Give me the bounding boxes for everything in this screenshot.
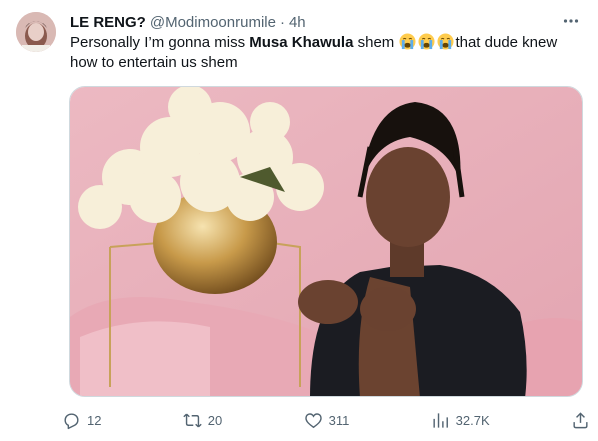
- views-button[interactable]: 32.7K: [431, 411, 490, 430]
- tweet-header: LE RENG? @Modimoonrumile · 4h: [70, 12, 582, 32]
- more-icon: [563, 19, 579, 23]
- avatar-image: [16, 12, 56, 52]
- tweet-photo[interactable]: [69, 86, 583, 397]
- repost-count: 20: [207, 412, 223, 428]
- views-count: 32.7K: [455, 412, 490, 428]
- loudly-crying-face-icon: [399, 33, 416, 50]
- repost-icon: [183, 413, 202, 427]
- display-name[interactable]: LE RENG?: [70, 14, 146, 31]
- share-icon: [573, 411, 588, 428]
- user-handle[interactable]: @Modimoonrumile: [150, 14, 276, 31]
- tweet-actions: 12 20 311 32.7K: [62, 405, 590, 435]
- tweet-text-bold-name: Musa Khawula: [249, 34, 354, 51]
- like-count: 311: [328, 412, 350, 428]
- reply-count: 12: [87, 412, 102, 428]
- share-button[interactable]: [571, 411, 590, 430]
- loudly-crying-face-icon: [418, 33, 435, 50]
- tweet-time[interactable]: 4h: [289, 14, 306, 31]
- separator-dot: ·: [279, 13, 285, 31]
- heart-icon: [304, 412, 322, 428]
- repost-button[interactable]: 20: [183, 411, 222, 430]
- tweet-text-part1: Personally I’m gonna miss: [70, 34, 250, 51]
- reply-icon: [64, 412, 79, 429]
- photo-illustration: [70, 87, 582, 396]
- more-button[interactable]: [560, 10, 582, 32]
- avatar[interactable]: [16, 12, 56, 52]
- tweet-card[interactable]: LE RENG? @Modimoonrumile · 4h Personally…: [0, 0, 598, 441]
- loudly-crying-face-icon: [437, 33, 454, 50]
- like-button[interactable]: 311: [304, 411, 350, 430]
- views-icon: [433, 412, 448, 428]
- tweet-text: Personally I’m gonna miss Musa Khawula s…: [70, 33, 580, 73]
- tweet-text-part2: shem: [353, 34, 399, 51]
- reply-button[interactable]: 12: [62, 411, 101, 430]
